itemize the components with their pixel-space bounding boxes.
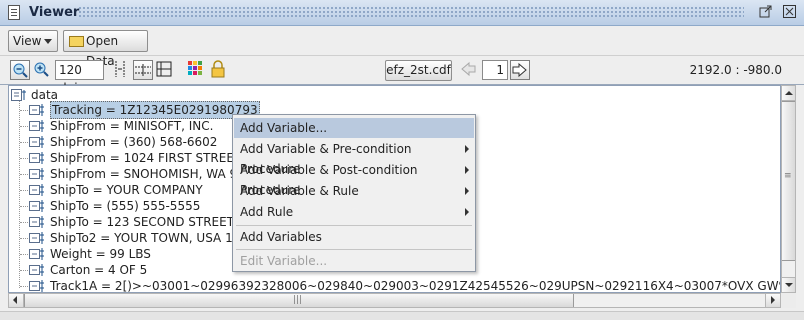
coordinates-readout: 2192.0 : -980.0 — [689, 63, 782, 77]
zoom-out-icon[interactable] — [10, 60, 30, 80]
tree-item-label: ShipTo = YOUR COMPANY — [50, 183, 203, 197]
scroll-corner — [781, 293, 796, 308]
window-title: Viewer — [29, 5, 80, 20]
folder-icon — [69, 36, 84, 47]
menu-toolbar: View Open Data — [0, 27, 804, 68]
tree-item-label: Carton = 4 OF 5 — [50, 263, 148, 277]
submenu-arrow-icon — [465, 145, 469, 153]
previous-page-icon[interactable] — [459, 60, 479, 80]
menu-item-edit-variable: Edit Variable... — [234, 251, 474, 271]
lock-icon[interactable] — [209, 60, 229, 80]
menu-separator — [236, 225, 472, 226]
submenu-arrow-icon — [465, 187, 469, 195]
variable-node-icon — [29, 136, 47, 148]
folder-node-icon — [11, 89, 29, 101]
viewer-window-icon — [8, 5, 20, 20]
fit-page-icon[interactable] — [155, 60, 175, 80]
menu-item-label: Add Variables — [240, 230, 322, 244]
tree-item-label: Weight = 99 LBS — [50, 247, 151, 261]
horizontal-guides-icon[interactable] — [133, 60, 153, 80]
menu-separator — [236, 249, 472, 250]
zoom-in-icon[interactable] — [32, 60, 52, 80]
menu-item-label: Add Variable & Rule — [240, 184, 359, 198]
title-bar-grip[interactable] — [78, 6, 744, 19]
variable-node-icon — [29, 200, 47, 212]
close-icon[interactable] — [782, 5, 796, 19]
menu-item-add-variables[interactable]: Add Variables — [234, 227, 474, 247]
tree-item-label: ShipFrom = MINISOFT, INC. — [50, 119, 214, 133]
view-dropdown-label: View — [13, 34, 42, 48]
horizontal-scrollbar[interactable]: ||| — [8, 293, 781, 308]
menu-item-add-variable-rule[interactable]: Add Variable & Rule — [234, 181, 474, 201]
variable-node-icon — [29, 152, 47, 164]
file-name-field[interactable]: efz_2st.cdf — [385, 60, 452, 81]
variable-node-icon — [29, 168, 47, 180]
next-page-icon[interactable] — [510, 60, 530, 80]
scroll-grip: ||| — [293, 295, 303, 305]
view-dropdown[interactable]: View — [8, 30, 58, 52]
menu-item-label: Add Variable... — [240, 121, 328, 135]
submenu-arrow-icon — [465, 208, 469, 216]
tree-item-label: Tracking = 1Z12345E0291980793 — [50, 101, 260, 119]
title-bar: Viewer — [0, 0, 804, 26]
context-menu: Add Variable... Add Variable & Pre-condi… — [232, 114, 476, 272]
scroll-grip: ≡ — [784, 171, 792, 181]
variable-node-icon — [29, 104, 47, 116]
tree-item-label: ShipTo = (555) 555-5555 — [50, 199, 201, 213]
tree-item-label: ShipTo = 123 SECOND STREET — [50, 215, 235, 229]
undock-icon[interactable] — [758, 5, 772, 19]
menu-item-label: Add Rule — [240, 205, 294, 219]
page-number-field[interactable]: 1 — [482, 60, 508, 80]
scroll-left-icon[interactable] — [9, 294, 24, 307]
color-palette-icon[interactable] — [187, 60, 207, 80]
variable-node-icon — [29, 280, 47, 292]
vertical-guides-icon[interactable] — [111, 60, 131, 80]
menu-item-label: Edit Variable... — [240, 254, 328, 268]
open-data-button[interactable]: Open Data — [63, 30, 148, 68]
tree-item-label: ShipFrom = (360) 568-6602 — [50, 135, 218, 149]
menu-item-add-variable[interactable]: Add Variable... — [234, 118, 474, 138]
menu-item-add-variable-pre-condition[interactable]: Add Variable & Pre-condition Procedure — [234, 139, 474, 176]
tree-item-label: ShipFrom = 1024 FIRST STREET — [50, 151, 242, 165]
tree-item-label: ShipTo2 = YOUR TOWN, USA 123 — [50, 231, 248, 245]
tree-item-label: Track1A = 2[)>~03001~02996392328006~0298… — [50, 279, 780, 293]
variable-node-icon — [29, 120, 47, 132]
chevron-down-icon — [44, 39, 52, 44]
menu-item-add-rule[interactable]: Add Rule — [234, 202, 474, 222]
variable-node-icon — [29, 248, 47, 260]
variable-node-icon — [29, 232, 47, 244]
tree-item-label: ShipFrom = SNOHOMISH, WA 982 — [50, 167, 253, 181]
scroll-right-icon[interactable] — [765, 294, 780, 307]
horizontal-scroll-thumb[interactable]: ||| — [24, 294, 574, 307]
variable-node-icon — [29, 264, 47, 276]
menu-item-add-variable-post-condition[interactable]: Add Variable & Post-condition Procedure — [234, 160, 474, 197]
scroll-down-icon[interactable] — [782, 277, 795, 292]
vertical-scroll-thumb[interactable]: ≡ — [782, 101, 795, 261]
submenu-arrow-icon — [465, 166, 469, 174]
variable-node-icon — [29, 216, 47, 228]
variable-node-icon — [29, 184, 47, 196]
zoom-dpi-field[interactable]: 120 dpi — [55, 60, 104, 95]
scroll-up-icon[interactable] — [782, 86, 795, 101]
vertical-scrollbar[interactable]: ≡ — [781, 85, 796, 293]
